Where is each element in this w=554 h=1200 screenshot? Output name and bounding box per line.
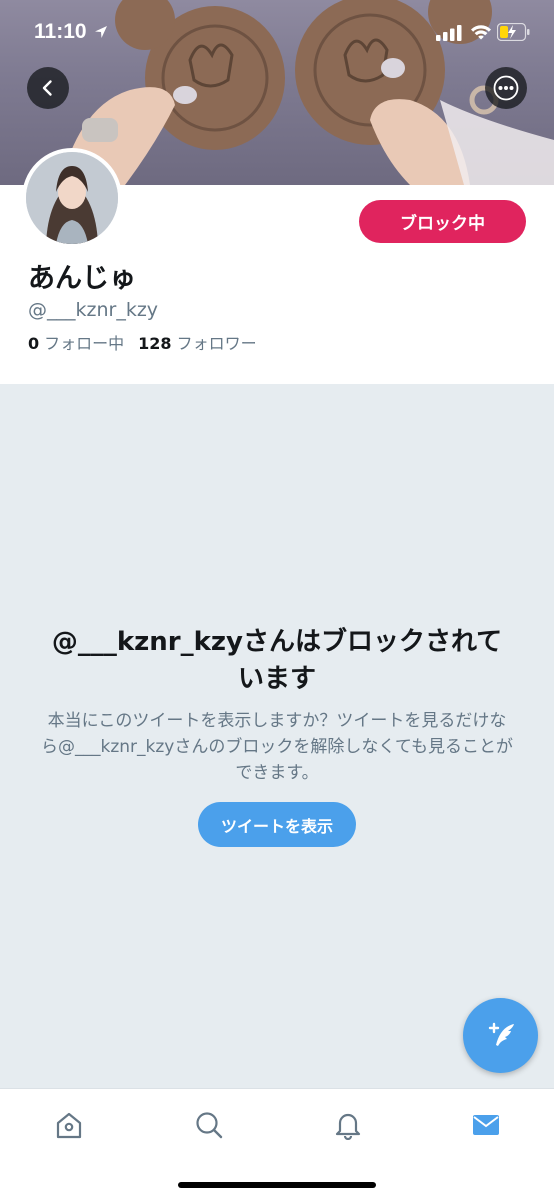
home-icon [56,1112,82,1139]
follow-stats: 0 フォロー中 128 フォロワー [28,330,257,354]
bell-icon [335,1113,361,1140]
show-tweets-button[interactable]: ツイートを表示 [198,802,356,847]
following-count: 0 [28,334,40,353]
blocked-description: 本当にこのツイートを表示しますか？ツイートを見るだけなら@___kznr_kzy… [41,711,513,783]
more-options-button[interactable] [485,67,527,109]
status-time: 11:10 [34,20,109,44]
tab-search[interactable] [189,1107,229,1143]
wifi-icon [471,25,491,40]
mail-icon [473,1115,499,1135]
location-arrow-icon [94,26,107,38]
compose-tweet-icon [488,1022,514,1046]
followers-count: 128 [138,334,172,353]
chevron-left-icon [42,80,52,96]
more-horizontal-icon [493,75,519,101]
followers-stat[interactable]: 128 フォロワー [138,330,256,354]
status-bar: 11:10 [0,0,554,64]
time-text: 11:10 [34,20,87,43]
tab-messages[interactable] [466,1107,506,1143]
following-label: フォロー中 [44,334,125,353]
tab-home[interactable] [49,1107,89,1143]
blocking-button[interactable]: ブロック中 [359,200,526,243]
display-name: あんじゅ [28,263,136,294]
avatar[interactable] [22,148,122,248]
following-stat[interactable]: 0 フォロー中 [28,330,124,354]
search-icon [196,1112,223,1139]
followers-label: フォロワー [176,334,257,353]
blocked-title: @___kznr_kzyさんはブロックされています [51,627,503,694]
battery-charging-icon [497,23,530,41]
cellular-signal-icon [436,25,462,41]
tab-notifications[interactable] [328,1107,368,1143]
avatar-image [26,152,118,244]
home-indicator [178,1182,376,1188]
compose-tweet-button[interactable] [463,998,538,1073]
back-button[interactable] [27,67,69,109]
user-handle: @___kznr_kzy [28,299,159,321]
